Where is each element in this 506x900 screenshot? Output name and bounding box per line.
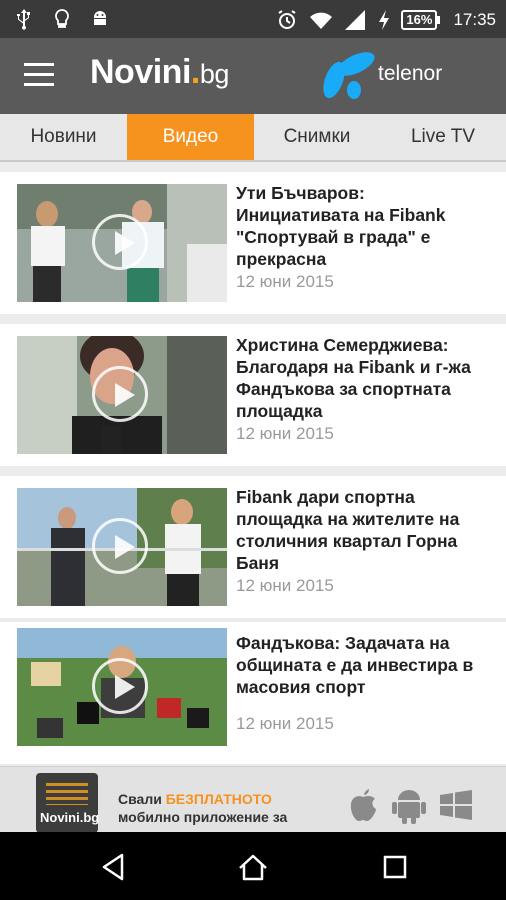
list-item[interactable]: Христина Семерджиева: Благодаря на Fiban… [0,324,506,466]
telenor-propeller-icon [323,52,375,99]
banner-subline: мобилно приложение за [118,809,288,825]
telenor-label: telenor [378,62,443,85]
video-thumbnail[interactable] [17,184,227,302]
article-title[interactable]: Христина Семерджиева: Благодаря на Fiban… [236,334,492,422]
banner-headline: Свали БЕЗПЛАТНОТО [118,791,272,807]
android-store-icon[interactable] [392,785,426,825]
lightbulb-icon [55,9,69,28]
play-icon[interactable] [92,366,148,422]
app-bar: Novini.bg telenor [0,38,506,114]
tab-video[interactable]: Видео [127,114,254,160]
list-item[interactable]: Fibank дари спортна площадка на жителите… [0,476,506,618]
telenor-logo[interactable]: telenor [318,50,458,104]
article-title[interactable]: Фандъкова: Задачата на общината е да инв… [236,632,492,698]
play-icon[interactable] [92,214,148,270]
usb-icon [17,9,30,30]
signal-icon [345,10,366,30]
video-thumbnail[interactable] [17,628,227,746]
list-item[interactable]: Фандъкова: Задачата на общината е да инв… [0,622,506,764]
store-icons [346,785,474,825]
video-thumbnail[interactable] [17,488,227,606]
android-icon [94,11,106,25]
banner-prefix: Свали [118,791,166,807]
tab-news[interactable]: Новини [0,114,127,160]
logo-dot: . [190,53,200,91]
article-title[interactable]: Ути Бъчваров: Инициативата на Fibank "Сп… [236,182,492,270]
battery-level: 16% [401,10,441,30]
hamburger-line [24,63,54,66]
alarm-icon [278,10,296,29]
hamburger-line [24,83,54,86]
charging-icon [379,10,390,30]
play-icon[interactable] [92,658,148,714]
banner-logo-text: Novini.bg [40,810,100,825]
logo-tld: bg [199,59,230,89]
newspaper-icon [46,783,88,805]
article-date: 12 юни 2015 [236,714,334,733]
play-icon[interactable] [92,518,148,574]
recents-icon[interactable] [378,850,412,884]
logo-main: Novini [90,53,191,91]
article-date: 12 юни 2015 [236,272,334,291]
article-date: 12 юни 2015 [236,424,334,443]
clock: 17:35 [453,10,496,29]
tab-photos[interactable]: Снимки [254,114,380,160]
windows-icon[interactable] [438,785,474,825]
list-item[interactable]: Ути Бъчваров: Инициативата на Fibank "Сп… [0,172,506,314]
app-download-banner[interactable]: Novini.bg Свали БЕЗПЛАТНОТО мобилно прил… [0,766,506,833]
article-date: 12 юни 2015 [236,576,334,595]
home-icon[interactable] [236,850,270,884]
banner-app-logo[interactable]: Novini.bg [36,773,100,833]
tab-live-tv[interactable]: Live TV [380,114,506,160]
article-title[interactable]: Fibank дари спортна площадка на жителите… [236,486,492,574]
video-thumbnail[interactable] [17,336,227,454]
apple-icon[interactable] [346,785,380,825]
back-icon[interactable] [96,850,130,884]
menu-button[interactable] [24,63,54,87]
wifi-icon [310,12,333,29]
system-nav-bar [0,832,506,900]
app-logo[interactable]: Novini.bg [90,53,229,92]
tab-bar: Новини Видео Снимки Live TV [0,114,506,162]
hamburger-line [24,73,54,76]
status-bar: 16% 17:35 [0,0,506,38]
banner-highlight: БЕЗПЛАТНОТО [165,791,272,807]
